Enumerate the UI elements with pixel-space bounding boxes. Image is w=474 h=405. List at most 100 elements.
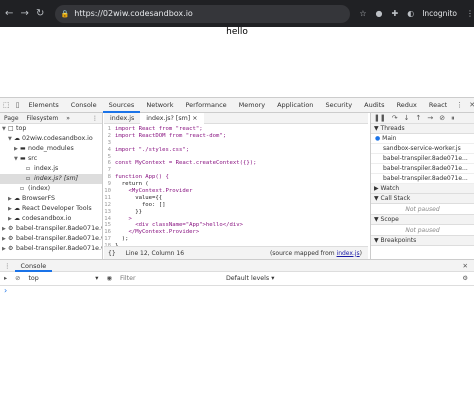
filter-input[interactable] <box>119 273 220 284</box>
extension-icon[interactable]: ● <box>376 9 383 18</box>
breakpoints-header[interactable]: ▼ Breakpoints <box>371 236 474 246</box>
threads-header[interactable]: ▼ Threads <box>371 124 474 134</box>
line-number[interactable]: 17 <box>104 236 115 243</box>
line-number[interactable]: 15 <box>104 222 115 229</box>
code-line[interactable]: 10 <MyContext.Provider <box>104 188 368 195</box>
tree-item[interactable]: ▫ index.js? [sm] <box>0 174 102 184</box>
console-output[interactable]: › <box>0 286 474 405</box>
menu-icon[interactable]: ⋮ <box>466 9 474 18</box>
tab-filesystem[interactable]: Filesystem <box>23 115 63 122</box>
thread-item[interactable]: babel-transpiler.8ade071e... <box>371 154 474 164</box>
eye-icon[interactable]: ◉ <box>102 275 116 282</box>
code-line[interactable]: 7 <box>104 167 368 174</box>
inspect-icon[interactable]: ⬚ <box>0 101 13 109</box>
line-number[interactable]: 3 <box>104 140 115 147</box>
line-number[interactable]: 7 <box>104 167 115 174</box>
tree-item[interactable]: ▶⚙babel-transpiler.8ade071e.worker <box>0 224 102 234</box>
tab-sources[interactable]: Sources <box>102 98 141 113</box>
code-line[interactable]: 2 import ReactDOM from "react-dom"; <box>104 133 368 140</box>
line-number[interactable]: 11 <box>104 195 115 202</box>
tree-item[interactable]: ▶ ☁ BrowserFS <box>0 194 102 204</box>
tree-item[interactable]: ▫ index.js <box>0 164 102 174</box>
code-line[interactable]: 15 <div className="App">hello</div> <box>104 222 368 229</box>
code-line[interactable]: 14 > <box>104 216 368 223</box>
tree-item[interactable]: ▶⚙babel-transpiler.8ade071e.worker <box>0 244 102 254</box>
thread-item[interactable]: ● Main <box>371 134 474 144</box>
line-number[interactable]: 9 <box>104 181 115 188</box>
tree-item[interactable]: ▶ ☁ React Developer Tools <box>0 204 102 214</box>
watch-header[interactable]: ▶ Watch <box>371 184 474 194</box>
step-into-icon[interactable]: ↓ <box>401 114 413 122</box>
code-line[interactable]: 8 function App() { <box>104 174 368 181</box>
close-icon[interactable]: ✕ <box>466 101 474 109</box>
thread-item[interactable]: sandbox-service-worker.js <box>371 144 474 154</box>
code-line[interactable]: 1 import React from "react"; <box>104 126 368 133</box>
deactivate-breakpoints-icon[interactable]: ⊘ <box>436 114 448 122</box>
code-line[interactable]: 5 <box>104 154 368 161</box>
tab-application[interactable]: Application <box>271 98 319 113</box>
source-map-link[interactable]: index.js <box>337 250 360 257</box>
profile-label[interactable]: Incognito <box>422 9 457 18</box>
address-bar[interactable]: 🔒 https://02wiw.codesandbox.io <box>54 4 351 23</box>
line-number[interactable]: 14 <box>104 216 115 223</box>
tree-item[interactable]: ▶ ▬ node_modules <box>0 144 102 154</box>
code-line[interactable]: 6 const MyContext = React.createContext({… <box>104 160 368 167</box>
editor-tab-index-js[interactable]: index.js <box>104 115 140 122</box>
tree-item[interactable]: ▼ ▬ src <box>0 154 102 164</box>
reload-icon[interactable]: ↻ <box>34 7 47 21</box>
format-icon[interactable]: {} <box>104 250 120 257</box>
code-line[interactable]: 12 foo: [] <box>104 202 368 209</box>
code-line[interactable]: 3 <box>104 140 368 147</box>
tree-item[interactable]: ▼ ☁ 02wiw.codesandbox.io <box>0 134 102 144</box>
tab-network[interactable]: Network <box>140 98 179 113</box>
tree-item[interactable]: ▶⚙babel-transpiler.8ade071e.worker <box>0 234 102 244</box>
log-levels-dropdown[interactable]: Default levels ▾ <box>226 275 274 282</box>
line-number[interactable]: 13 <box>104 209 115 216</box>
code-line[interactable]: 11 value={{ <box>104 195 368 202</box>
tab-page[interactable]: Page <box>0 115 23 122</box>
tree-item[interactable]: ▼ □ top <box>0 124 102 134</box>
forward-icon[interactable]: → <box>19 7 32 21</box>
line-number[interactable]: 1 <box>104 126 115 133</box>
back-icon[interactable]: ← <box>3 7 16 21</box>
code-line[interactable]: 4 import "./styles.css"; <box>104 147 368 154</box>
line-number[interactable]: 10 <box>104 188 115 195</box>
tab-audits[interactable]: Audits <box>358 98 390 113</box>
code-line[interactable]: 9 return ( <box>104 181 368 188</box>
tree-item[interactable]: ▫ (index) <box>0 184 102 194</box>
step-icon[interactable]: → <box>424 114 436 122</box>
context-selector[interactable]: top ▾ <box>24 275 102 282</box>
close-icon[interactable]: ✕ <box>463 262 474 270</box>
tab-elements[interactable]: Elements <box>22 98 64 113</box>
step-out-icon[interactable]: ↑ <box>412 114 424 122</box>
tab-console-drawer[interactable]: Console <box>14 260 53 272</box>
tab-redux[interactable]: Redux <box>391 98 423 113</box>
close-icon[interactable]: × <box>192 115 197 122</box>
more-menu-icon[interactable]: ⋮ <box>453 101 466 109</box>
pause-on-exceptions-icon[interactable]: ⏸ <box>448 114 458 123</box>
line-number[interactable]: 4 <box>104 147 115 154</box>
tab-performance[interactable]: Performance <box>179 98 232 113</box>
thread-item[interactable]: babel-transpiler.8ade071e... <box>371 174 474 184</box>
tree-item[interactable]: ▶ ☁ codesandbox.io <box>0 214 102 224</box>
tab-memory[interactable]: Memory <box>233 98 271 113</box>
more-tabs-icon[interactable]: » <box>62 115 74 122</box>
more-menu-icon[interactable]: ⋮ <box>0 262 15 270</box>
line-number[interactable]: 5 <box>104 154 115 161</box>
extension-icon[interactable]: ✚ <box>392 9 399 18</box>
line-number[interactable]: 2 <box>104 133 115 140</box>
tab-console[interactable]: Console <box>65 98 103 113</box>
more-menu-icon[interactable]: ⋮ <box>88 115 102 122</box>
tab-react[interactable]: React <box>423 98 453 113</box>
line-number[interactable]: 8 <box>104 174 115 181</box>
code-line[interactable]: 13 }} <box>104 209 368 216</box>
code-line[interactable]: 16 </MyContext.Provider> <box>104 229 368 236</box>
scope-header[interactable]: ▼ Scope <box>371 215 474 225</box>
gear-icon[interactable]: ⚙ <box>462 275 474 282</box>
sidebar-toggle-icon[interactable]: ▸ <box>0 275 11 282</box>
star-icon[interactable]: ☆ <box>359 9 366 18</box>
pause-icon[interactable]: ❚❚ <box>371 114 389 122</box>
code-editor[interactable]: 1 import React from "react"; 2 import React… <box>104 124 368 246</box>
step-over-icon[interactable]: ↷ <box>389 114 401 122</box>
device-toolbar-icon[interactable]: ▯ <box>13 101 23 109</box>
